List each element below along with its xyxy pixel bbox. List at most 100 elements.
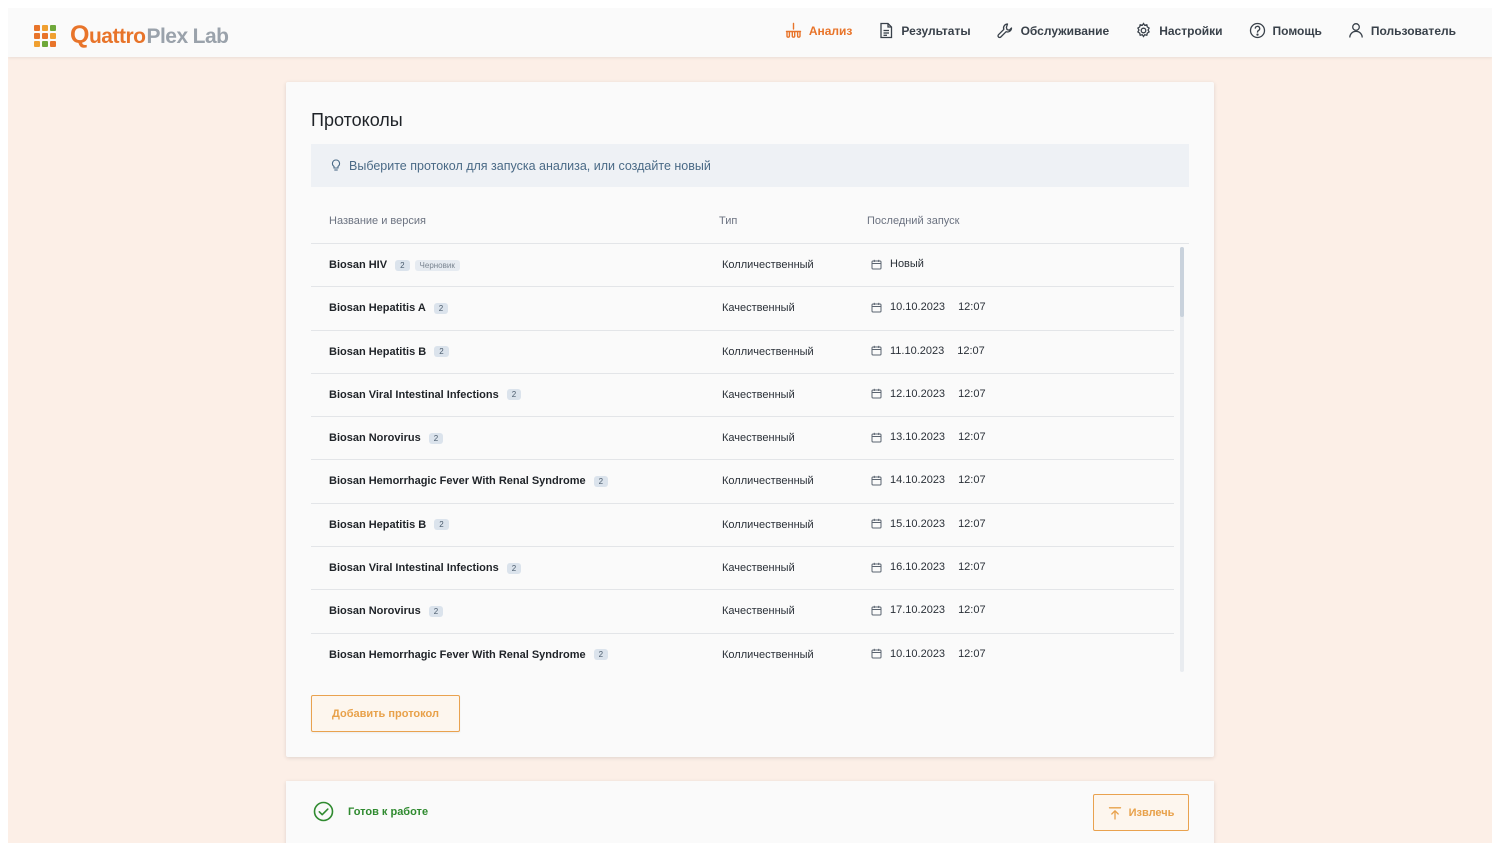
protocols-card: Протоколы Выберите протокол для запуска … [286,82,1214,757]
eject-icon [1108,806,1121,820]
table-header: Название и версия Тип Последний запуск [311,214,1189,244]
protocol-type: Качественный [722,432,795,445]
logo-square [34,40,40,47]
logo-square [50,32,56,39]
wrench-icon [996,23,1012,39]
scrollbar[interactable] [1180,247,1184,672]
protocol-name: Biosan Viral Intestinal Infections [329,562,499,575]
nav-item-maintenance[interactable]: Обслуживание [996,22,1110,39]
table-row[interactable]: Biosan HIV 2 Черновик Колличественный Новый [311,244,1174,288]
last-run-time: 12:07 [958,387,986,400]
table-row[interactable]: Biosan Norovirus 2 Качественный 13.10.2023 1… [311,417,1174,461]
logo-quattro: uattro [88,25,146,48]
eject-button[interactable]: Извлечь [1093,794,1189,831]
protocol-name: Biosan Hepatitis A [329,302,426,315]
logo-square [34,32,40,39]
top-bar: Q uattro Plex Lab Анализ Результаты Обсл… [8,8,1492,57]
last-run-time: 12:07 [958,431,986,444]
protocol-name: Biosan HIV [329,259,388,271]
table-row[interactable]: Biosan Hemorrhagic Fever With Renal Synd… [311,634,1174,674]
logo[interactable]: Q uattro Plex Lab [34,21,229,50]
last-run-time: 12:07 [958,517,986,530]
last-run-date: Новый [890,258,924,270]
last-run-date: 16.10.2023 [890,561,946,574]
protocol-name-cell: Biosan Viral Intestinal Infections 2 [329,562,522,575]
last-run-date: 15.10.2023 [890,517,946,530]
logo-q: Q [70,21,89,49]
protocol-name-cell: Biosan Norovirus 2 [329,605,444,618]
version-badge: 2 [428,605,444,617]
hint-text: Выберите протокол для запуска анализа, и… [349,158,711,173]
last-run-cell: 14.10.2023 12:07 [871,474,986,486]
protocol-name-cell: Biosan Hepatitis A 2 [329,302,449,315]
table-row[interactable]: Biosan Hemorrhagic Fever With Renal Synd… [311,460,1174,504]
last-run-cell: 11.10.2023 12:07 [871,345,985,357]
nav-label: Пользователь [1370,23,1456,38]
protocol-type: Колличественный [722,259,814,271]
protocol-name-cell: Biosan HIV 2 Черновик [329,259,460,271]
version-badge: 2 [434,346,449,358]
protocol-type: Колличественный [722,518,814,531]
calendar-icon [871,605,882,616]
version-badge: 2 [395,259,410,271]
table-row[interactable]: Biosan Viral Intestinal Infections 2 Качес… [311,374,1174,418]
app-window: Q uattro Plex Lab Анализ Результаты Обсл… [8,8,1492,843]
nav-label: Настройки [1159,23,1223,38]
last-run-cell: 13.10.2023 12:07 [871,431,986,443]
analysis-icon [785,22,802,38]
last-run-cell: Новый [871,258,924,270]
user-icon [1349,23,1363,38]
last-run-cell: 10.10.2023 12:07 [871,648,986,660]
last-run-cell: 17.10.2023 12:07 [871,604,986,616]
column-header-name: Название и версия [329,215,426,227]
calendar-icon [871,389,882,399]
table-row[interactable]: Biosan Norovirus 2 Качественный 17.10.2023 1… [311,590,1174,634]
table-row[interactable]: Biosan Hepatitis B 2 Колличественный 11.10.… [311,331,1174,374]
nav-item-user[interactable]: Пользователь [1348,22,1456,39]
last-run-cell: 15.10.2023 12:07 [871,518,986,530]
calendar-icon [871,259,882,269]
nav-item-help[interactable]: Помощь [1249,22,1322,39]
logo-square [50,24,56,31]
table-row[interactable]: Biosan Hepatitis B 2 Колличественный 15.10.… [311,504,1174,548]
check-circle-icon [313,801,334,822]
protocol-type: Колличественный [722,345,814,358]
protocols-table-body: Biosan HIV 2 Черновик Колличественный Новый B… [311,244,1174,674]
table-row[interactable]: Biosan Hepatitis A 2 Качественный 10.10.202… [311,287,1174,331]
status-bar: Готов к работе Извлечь [286,781,1214,843]
help-icon [1249,22,1265,39]
protocol-name: Biosan Viral Intestinal Infections [329,388,499,401]
nav-item-results[interactable]: Результаты [878,22,971,39]
last-run-time: 12:07 [957,344,985,357]
protocol-type: Колличественный [722,648,814,661]
last-run-time: 12:07 [958,474,986,487]
protocol-name: Biosan Hepatitis B [329,518,427,531]
add-protocol-button[interactable]: Добавить протокол [311,695,460,732]
calendar-icon [871,302,882,313]
document-icon [880,22,893,39]
logo-grid-icon [34,24,56,47]
scrollbar-thumb[interactable] [1180,247,1184,317]
nav-label: Обслуживание [1020,23,1110,38]
version-badge: 2 [433,302,449,314]
logo-plex: Plex [146,25,188,48]
nav-item-settings[interactable]: Настройки [1135,22,1223,39]
last-run-date: 10.10.2023 [890,647,946,660]
last-run-date: 12.10.2023 [890,387,946,400]
protocol-name: Biosan Hepatitis B [329,345,427,358]
nav-item-analysis[interactable]: Анализ [785,22,852,39]
nav-label: Помощь [1272,23,1322,38]
protocol-name: Biosan Hemorrhagic Fever With Renal Synd… [329,648,586,661]
status-text: Готов к работе [348,805,429,818]
last-run-cell: 12.10.2023 12:07 [871,388,986,400]
last-run-date: 14.10.2023 [890,474,946,487]
device-status: Готов к работе [313,801,428,822]
calendar-icon [871,519,882,529]
calendar-icon [871,345,882,356]
protocol-name-cell: Biosan Hemorrhagic Fever With Renal Synd… [329,648,609,661]
version-badge: 2 [593,475,609,487]
protocol-name: Biosan Norovirus [329,605,421,618]
main-nav: Анализ Результаты Обслуживание Настройки… [759,22,1456,39]
table-row[interactable]: Biosan Viral Intestinal Infections 2 Качес… [311,547,1174,591]
last-run-cell: 16.10.2023 12:07 [871,561,986,573]
